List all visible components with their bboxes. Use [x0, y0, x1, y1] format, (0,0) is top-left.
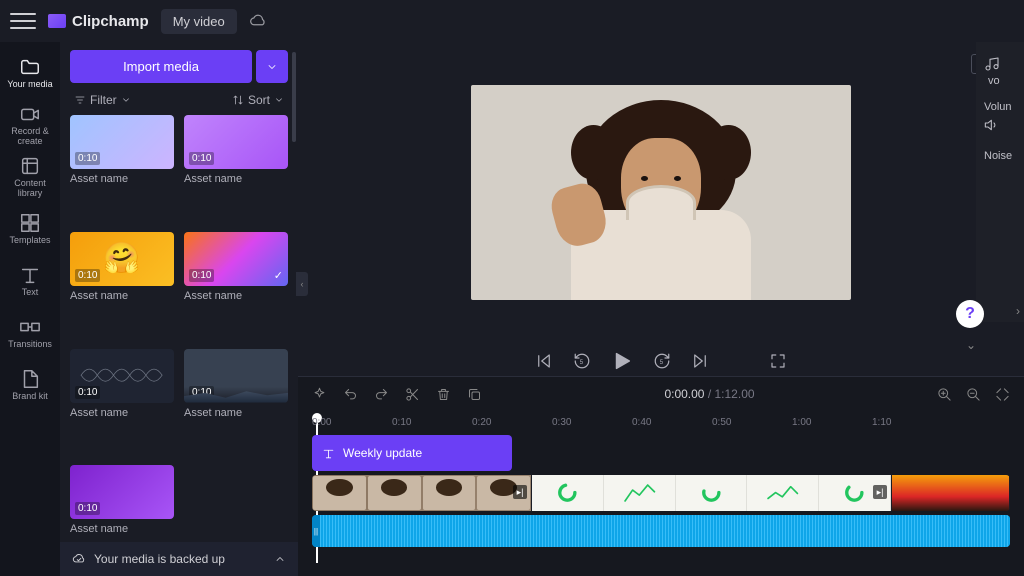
timeline-ruler[interactable]: 0:00 0:10 0:20 0:30 0:40 0:50 1:00 1:10: [298, 411, 1024, 433]
zoom-in-icon[interactable]: [937, 387, 952, 402]
asset-item[interactable]: 0:10✓Asset name: [184, 232, 288, 343]
video-track[interactable]: ▸| ▸|: [312, 475, 1010, 511]
clip-edge-icon: ▸|: [873, 485, 887, 499]
panel-scrollbar[interactable]: [292, 52, 296, 142]
split-icon[interactable]: [405, 387, 420, 402]
asset-item[interactable]: 0:10Asset name: [70, 349, 174, 460]
ruler-tick: 1:00: [792, 417, 811, 428]
timeline-time: 0:00.00 / 1:12.00: [664, 387, 754, 401]
app-logo: Clipchamp: [48, 13, 149, 30]
video-clip-sunset[interactable]: [892, 475, 1010, 511]
audio-clip[interactable]: ||: [312, 515, 1010, 547]
media-panel: Import media Filter Sort 0:10Asset name0…: [60, 42, 298, 576]
volume-icon[interactable]: [984, 117, 1000, 133]
timeline: 0:00.00 / 1:12.00 0:000:100:200:300:400:…: [298, 376, 1024, 576]
delete-icon[interactable]: [436, 387, 451, 402]
ruler-tick: 0:10: [392, 417, 411, 428]
rail-library[interactable]: Content library: [2, 152, 58, 202]
fit-icon[interactable]: [995, 387, 1010, 402]
backup-status[interactable]: Your media is backed up: [60, 542, 298, 576]
fullscreen-icon[interactable]: [769, 352, 787, 370]
svg-text:5: 5: [580, 360, 584, 366]
video-clip-charts[interactable]: ▸|: [532, 475, 892, 511]
logo-icon: [48, 14, 66, 28]
import-dropdown[interactable]: [256, 50, 288, 83]
chevron-up-icon: [274, 553, 286, 565]
skip-start-icon[interactable]: [535, 352, 553, 370]
collapse-panel-button[interactable]: ‹: [296, 272, 308, 296]
skip-end-icon[interactable]: [691, 352, 709, 370]
sort-icon: [232, 94, 244, 106]
ruler-tick: 0:00: [312, 417, 331, 428]
magic-icon[interactable]: [312, 387, 327, 402]
chevron-down-icon: [274, 95, 284, 105]
project-name[interactable]: My video: [161, 9, 237, 34]
ruler-tick: 0:40: [632, 417, 651, 428]
rail-folder[interactable]: Your media: [2, 48, 58, 98]
properties-panel: vo Volun Noise: [976, 42, 1024, 322]
menu-button[interactable]: [10, 8, 36, 34]
filter-button[interactable]: Filter: [74, 93, 131, 107]
help-button[interactable]: ?: [956, 300, 984, 328]
rail-text[interactable]: Text: [2, 256, 58, 306]
ruler-tick: 0:20: [472, 417, 491, 428]
ruler-tick: 0:50: [712, 417, 731, 428]
chevron-down-icon[interactable]: ⌄: [966, 338, 976, 352]
text-icon: [322, 447, 335, 460]
audio-waveform: [320, 515, 1010, 547]
filter-icon: [74, 94, 86, 106]
preview-canvas[interactable]: [471, 85, 851, 300]
asset-item[interactable]: 🤗0:10Asset name: [70, 232, 174, 343]
audio-clip-handle[interactable]: ||: [312, 515, 320, 547]
rail-transitions[interactable]: Transitions: [2, 308, 58, 358]
asset-item[interactable]: 0:10Asset name: [184, 349, 288, 460]
app-name: Clipchamp: [72, 13, 149, 30]
sync-icon[interactable]: [249, 12, 267, 30]
tool-rail: Your mediaRecord & createContent library…: [0, 42, 60, 576]
rail-camera[interactable]: Record & create: [2, 100, 58, 150]
asset-item[interactable]: 0:10Asset name: [184, 115, 288, 226]
rail-templates[interactable]: Templates: [2, 204, 58, 254]
rewind-5-icon[interactable]: 5: [573, 352, 591, 370]
undo-icon[interactable]: [343, 387, 358, 402]
expand-properties-icon[interactable]: ›: [1016, 304, 1020, 318]
ruler-tick: 0:30: [552, 417, 571, 428]
text-clip[interactable]: Weekly update: [312, 435, 512, 471]
sort-button[interactable]: Sort: [232, 93, 284, 107]
forward-5-icon[interactable]: 5: [653, 352, 671, 370]
duplicate-icon[interactable]: [467, 387, 482, 402]
music-icon: [984, 56, 1000, 72]
play-button[interactable]: [611, 350, 633, 372]
import-media-button[interactable]: Import media: [70, 50, 252, 83]
redo-icon[interactable]: [374, 387, 389, 402]
zoom-out-icon[interactable]: [966, 387, 981, 402]
cloud-check-icon: [72, 552, 86, 566]
clip-edge-icon: ▸|: [513, 485, 527, 499]
preview-area: 16:9: [298, 42, 1024, 342]
video-clip-interview[interactable]: ▸|: [312, 475, 532, 511]
playback-controls: 5 5: [298, 342, 1024, 376]
chevron-down-icon: [121, 95, 131, 105]
ruler-tick: 1:10: [872, 417, 891, 428]
asset-item[interactable]: 0:10Asset name: [70, 115, 174, 226]
svg-text:5: 5: [660, 360, 664, 366]
rail-brand[interactable]: Brand kit: [2, 360, 58, 410]
